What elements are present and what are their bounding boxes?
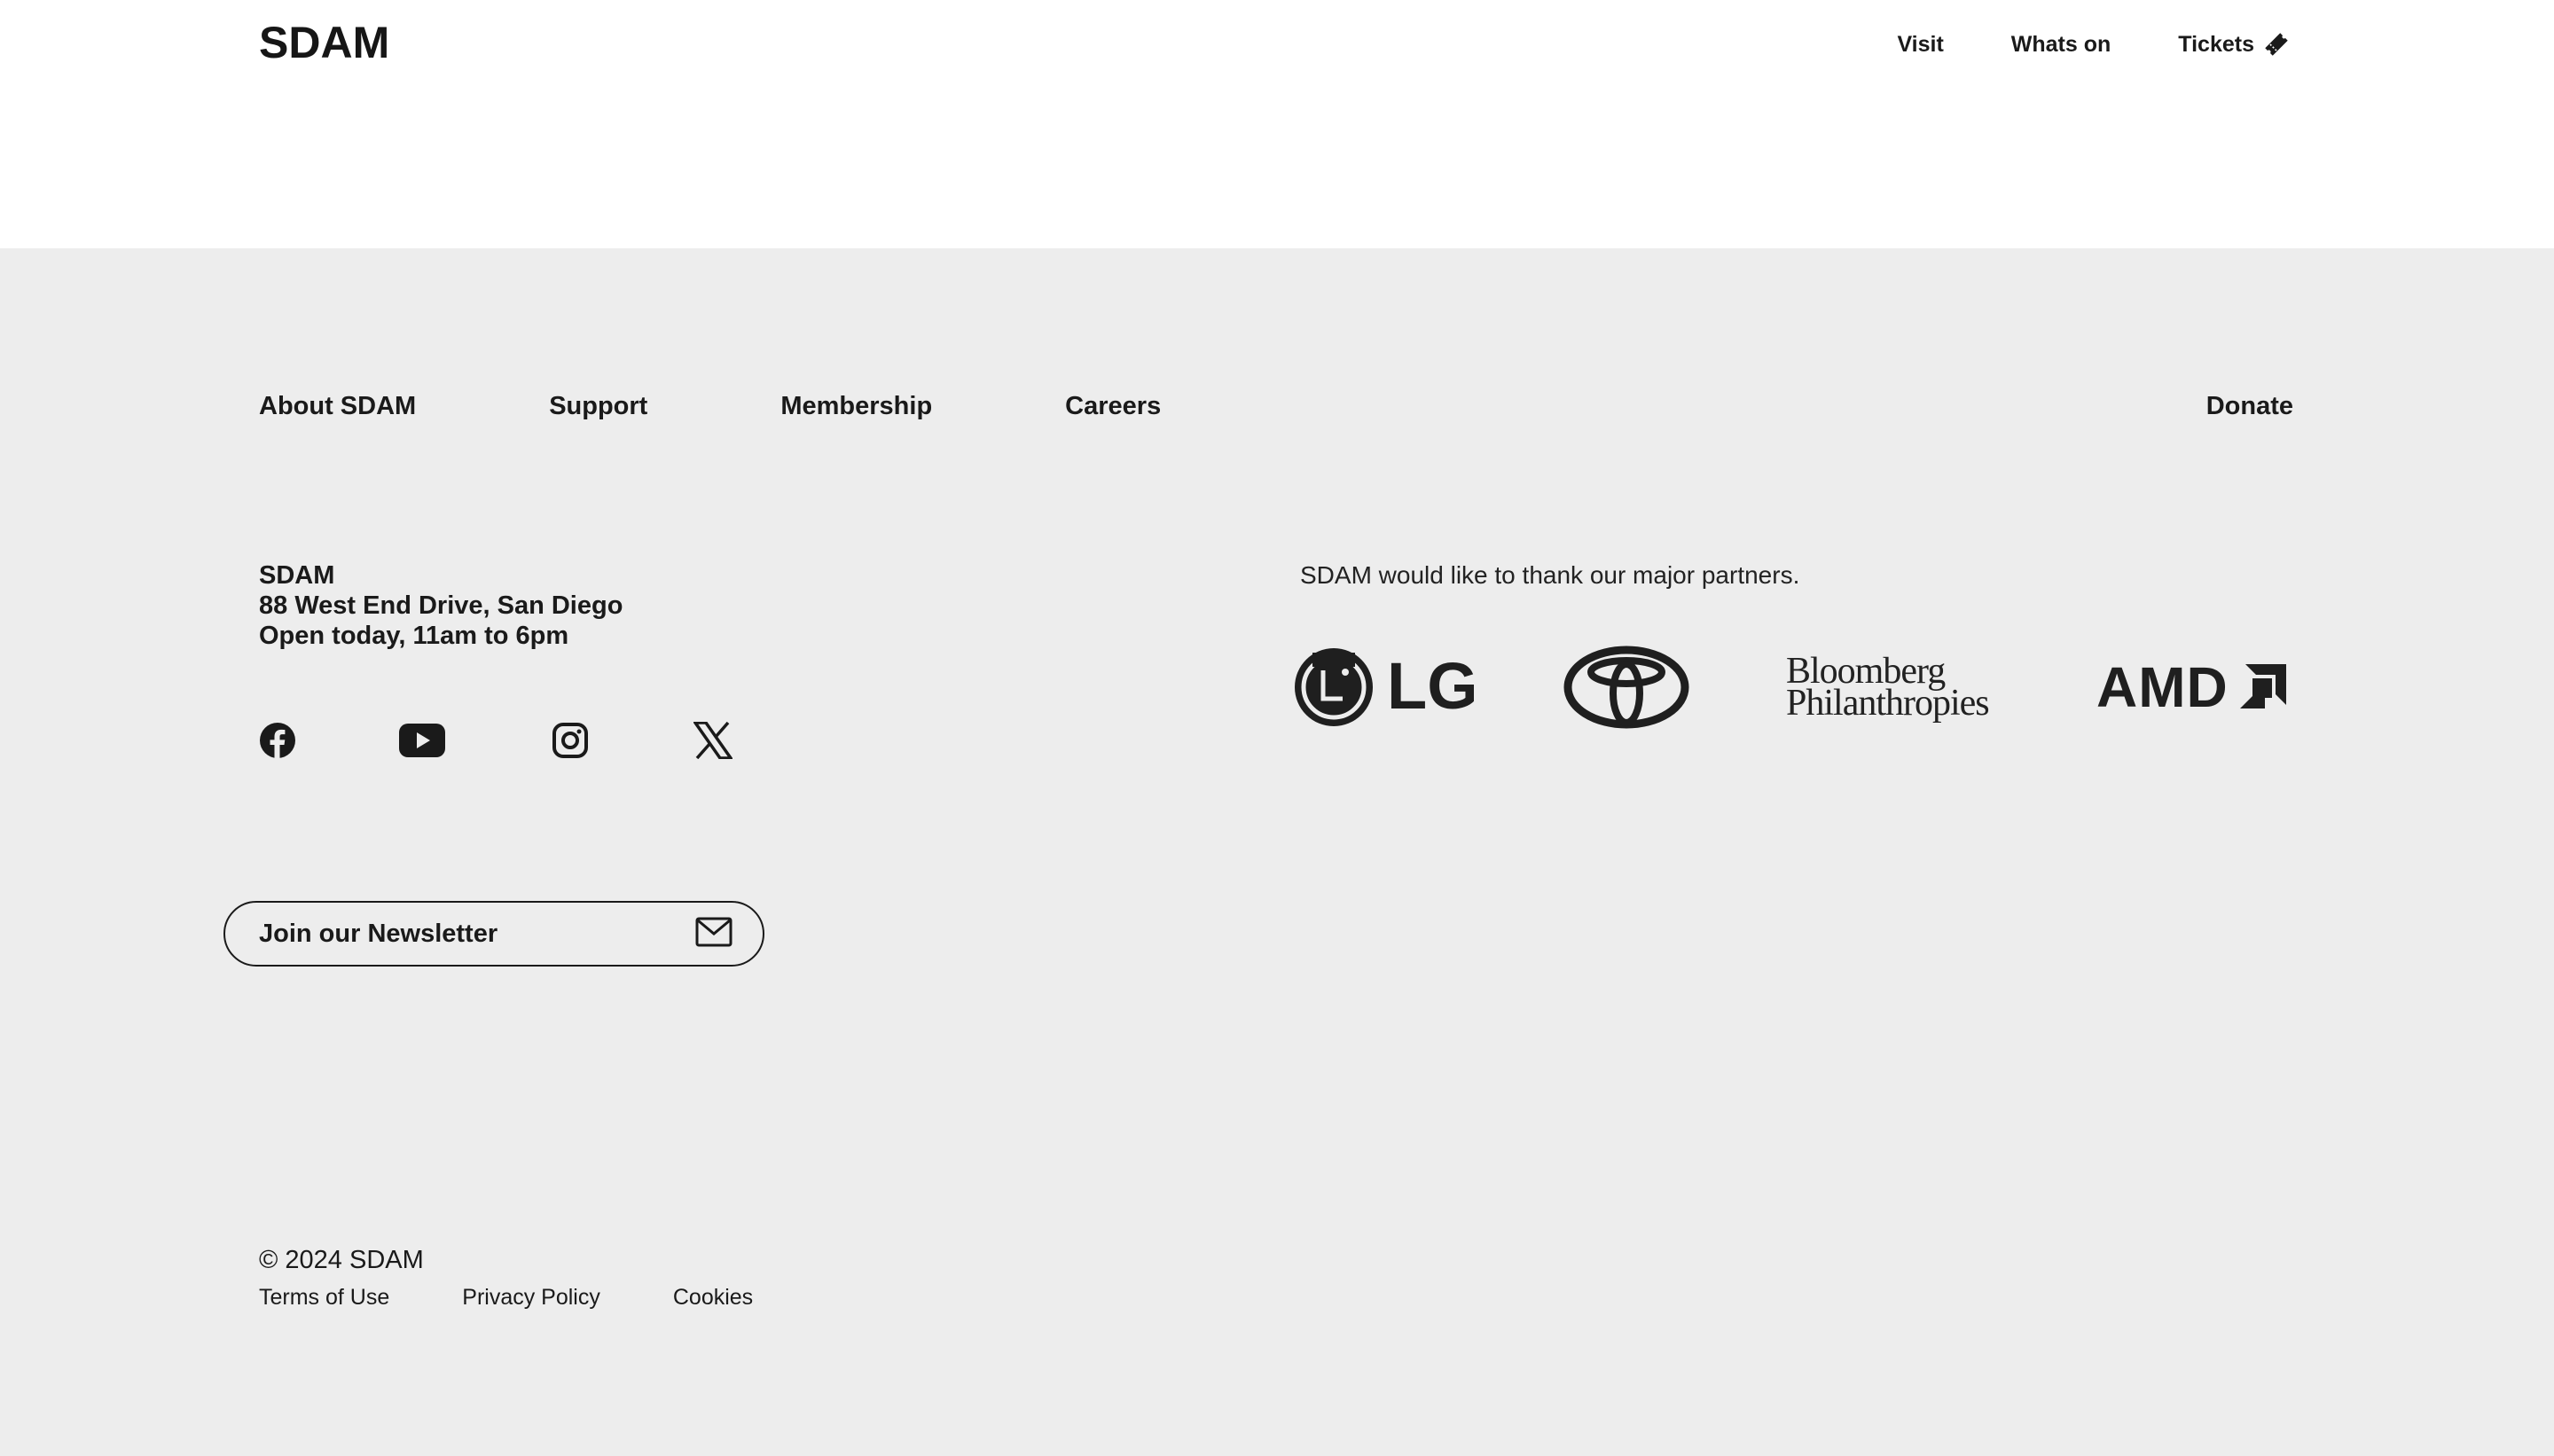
nav-tickets[interactable]: Tickets — [2178, 27, 2292, 62]
x-icon[interactable] — [693, 718, 733, 763]
address-street: 88 West End Drive, San Diego — [259, 591, 623, 620]
address-name: SDAM — [259, 561, 335, 590]
privacy-link[interactable]: Privacy Policy — [462, 1282, 600, 1312]
toyota-logo[interactable] — [1563, 638, 1690, 736]
footer-link-about[interactable]: About SDAM — [259, 388, 416, 424]
footer-link-membership[interactable]: Membership — [780, 388, 932, 424]
bloomberg-philanthropies-logo[interactable]: Bloomberg Philanthropies — [1786, 638, 1990, 736]
nav-visit[interactable]: Visit — [1897, 27, 1943, 62]
footer-link-support[interactable]: Support — [549, 388, 647, 424]
partners-intro: SDAM would like to thank our major partn… — [1300, 561, 1800, 589]
nav-whats-on[interactable]: Whats on — [2011, 27, 2111, 62]
bloomberg-line-2: Philanthropies — [1786, 683, 1990, 724]
copyright-text: © 2024 SDAM — [259, 1246, 424, 1274]
donate-link[interactable]: Donate — [2206, 388, 2293, 424]
newsletter-button[interactable]: Join our Newsletter — [223, 901, 764, 967]
mail-icon — [695, 917, 733, 951]
legal-links: Terms of Use Privacy Policy Cookies — [259, 1282, 826, 1312]
opening-hours: Open today, 11am to 6pm — [259, 622, 569, 650]
amd-logo[interactable]: AMD — [2096, 638, 2292, 736]
footer-link-careers[interactable]: Careers — [1065, 388, 1161, 424]
lg-logo[interactable]: LG — [1295, 638, 1474, 736]
newsletter-label: Join our Newsletter — [259, 919, 498, 948]
partner-logos: LG Bloomberg Philanthropies AMD — [1295, 638, 2297, 736]
site-footer: About SDAM Support Membership Careers Do… — [0, 248, 2554, 1456]
terms-link[interactable]: Terms of Use — [259, 1282, 389, 1312]
social-links — [259, 718, 756, 771]
site-logo[interactable]: SDAM — [259, 16, 389, 69]
ticket-icon — [2261, 29, 2292, 59]
site-header: SDAM Visit Whats on Tickets — [0, 0, 2554, 248]
youtube-icon[interactable] — [399, 718, 445, 763]
cookies-link[interactable]: Cookies — [673, 1282, 753, 1312]
nav-tickets-label: Tickets — [2178, 32, 2254, 57]
top-navigation: Visit Whats on Tickets — [1897, 27, 2292, 62]
lg-wordmark: LG — [1387, 649, 1474, 723]
footer-navigation: About SDAM Support Membership Careers — [259, 388, 1161, 424]
facebook-icon[interactable] — [259, 718, 296, 763]
amd-wordmark: AMD — [2096, 661, 2229, 714]
instagram-icon[interactable] — [552, 718, 589, 763]
museum-address: SDAM 88 West End Drive, San Diego Open t… — [259, 560, 623, 651]
